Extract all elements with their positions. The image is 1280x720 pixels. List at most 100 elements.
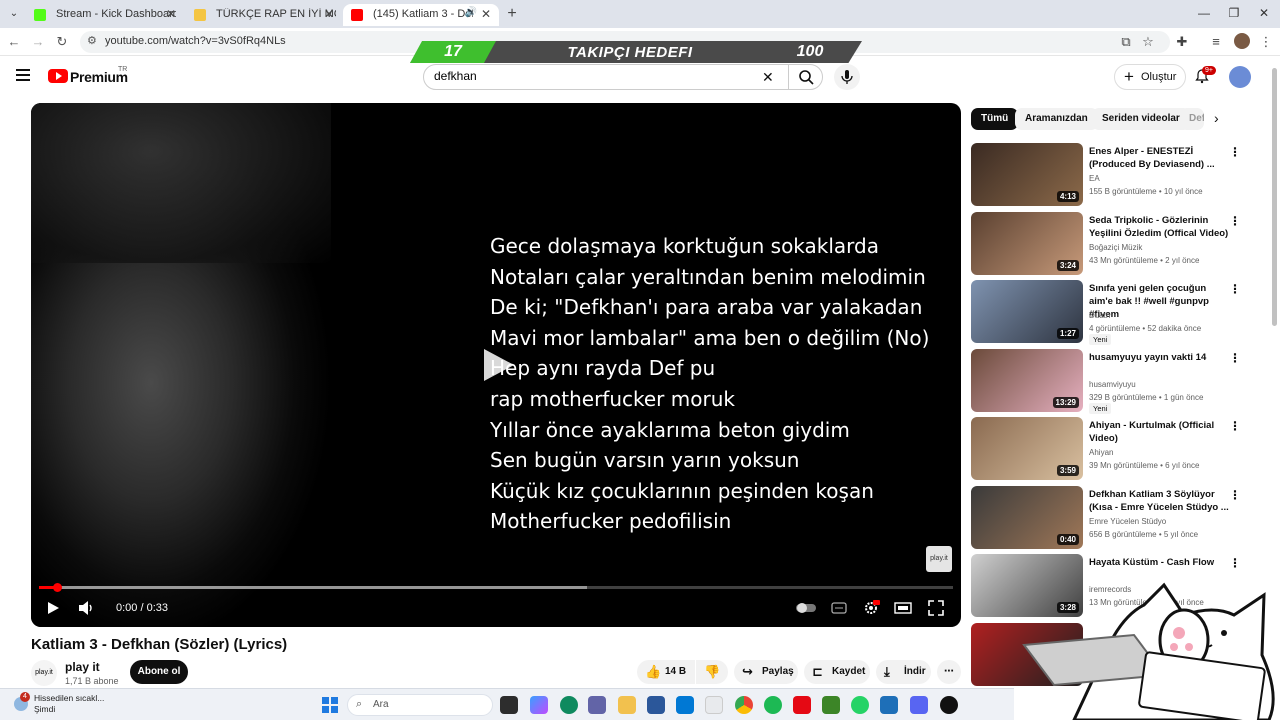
more-vert-icon[interactable]: ⋮ [1229,556,1241,570]
more-vert-icon[interactable]: ⋮ [1229,282,1241,296]
browser-menu-icon[interactable]: ⋮ [1258,34,1274,50]
outlook-icon[interactable] [676,696,694,714]
large-play-icon[interactable] [480,347,518,383]
more-vert-icon[interactable]: ⋮ [1229,351,1241,365]
related-thumbnail[interactable]: 0:40 [971,485,1083,549]
save-button[interactable]: ⊏ Kaydet [804,660,870,684]
related-thumbnail[interactable]: 1:27 [971,280,1083,343]
related-title[interactable]: Ahiyan - Kurtulmak (Official Video) [1089,419,1229,445]
play-icon[interactable] [45,599,61,617]
settings-gear-icon[interactable] [862,599,880,617]
subtitles-icon[interactable] [831,599,847,617]
related-thumbnail[interactable]: 3:59 [971,417,1083,480]
restore-icon[interactable]: ❐ [1226,6,1242,20]
windows-start-icon[interactable] [322,697,338,713]
autoplay-toggle-icon[interactable] [795,599,817,617]
media-controls-icon[interactable]: ≡ [1208,34,1224,49]
discord-icon[interactable] [910,696,928,714]
related-channel[interactable]: Emre Yücelen Stüdyo [1089,517,1166,526]
close-window-icon[interactable]: ✕ [1256,6,1272,20]
related-video-item[interactable]: 0:40 Defkhan Katliam 3 Söylüyor (Kısa - E… [971,485,1251,550]
task-view-icon[interactable] [500,696,518,714]
extensions-icon[interactable]: ✚ [1174,34,1190,50]
youtube-logo-icon[interactable] [48,69,68,83]
related-channel[interactable]: husamviyuyu [1089,380,1136,389]
scrollbar-thumb[interactable] [1272,68,1277,326]
related-thumbnail[interactable]: 13:29 [971,348,1083,412]
chip-all[interactable]: Tümü [971,108,1019,130]
volume-icon[interactable] [77,599,95,617]
related-video-item[interactable]: 13:29 husamyuyu yayın vakti 14 husamviyuyu… [971,348,1251,414]
related-title[interactable]: husamyuyu yayın vakti 14 [1089,351,1229,364]
related-title[interactable]: Enes Alper - ENESTEZİ (Produced By Devia… [1089,145,1229,171]
obs-icon[interactable] [940,696,958,714]
more-actions-button[interactable]: ⋯ [937,660,961,684]
fullscreen-icon[interactable] [927,599,945,617]
close-tab-icon[interactable]: ✕ [166,7,176,21]
search-button[interactable] [788,65,824,89]
back-icon[interactable]: ← [6,34,22,49]
channel-watermark[interactable]: play.it [926,546,952,572]
teams-icon[interactable] [588,696,606,714]
hamburger-menu-icon[interactable] [16,69,30,81]
tab-tier-list[interactable]: TÜRKÇE RAP EN İYİ MC - Tier Li ✕ [186,4,342,26]
related-title[interactable]: Hayata Küstüm - Cash Flow [1089,556,1229,569]
copilot-icon[interactable] [530,696,548,714]
dislike-button[interactable]: 👎 [696,660,728,684]
url-text[interactable]: youtube.com/watch?v=3vS0fRq4NLs [105,35,286,47]
voice-search-button[interactable] [834,64,860,90]
share-button[interactable]: ↪ Paylaş [734,660,798,684]
related-video-item[interactable]: 1:27 Sınıfa yeni gelen çocuğun aim'e bak … [971,280,1251,345]
chip-def[interactable]: Def [1180,108,1204,130]
weather-widget[interactable]: Hissedilen sıcakl... Şimdi [34,693,104,715]
file-explorer-icon[interactable] [618,696,636,714]
related-video-item[interactable]: 3:24 Seda Tripkolic - Gözlerinin Yeşilini… [971,211,1251,276]
search-input[interactable] [434,69,754,83]
progress-bar[interactable] [39,583,953,592]
whatsapp-icon[interactable] [851,696,869,714]
bookmark-star-icon[interactable]: ☆ [1140,34,1156,50]
close-tab-icon[interactable]: ✕ [481,7,491,21]
more-vert-icon[interactable]: ⋮ [1229,145,1241,159]
subscribe-button[interactable]: Abone ol [130,660,188,684]
related-video-item[interactable]: 3:59 Ahiyan - Kurtulmak (Official Video) A… [971,417,1251,481]
more-vert-icon[interactable]: ⋮ [1229,488,1241,502]
clear-search-icon[interactable]: ✕ [762,69,774,86]
related-channel[interactable]: EA [1089,174,1100,183]
spotify-icon[interactable] [764,696,782,714]
tab-kick-dashboard[interactable]: Stream - Kick Dashboard ✕ [26,4,184,26]
more-vert-icon[interactable]: ⋮ [1229,214,1241,228]
chip-series-videos[interactable]: Seriden videolar [1092,108,1190,130]
related-thumbnail[interactable]: 3:24 [971,211,1083,275]
download-button[interactable]: ⤓ İndir [876,660,931,684]
netflix-icon[interactable] [793,696,811,714]
theater-mode-icon[interactable] [894,599,912,617]
more-vert-icon[interactable]: ⋮ [1229,419,1241,433]
forward-icon[interactable]: → [30,34,46,49]
store-icon[interactable] [647,696,665,714]
install-app-icon[interactable]: ⧉ [1118,34,1134,50]
new-tab-icon[interactable]: + [504,5,520,23]
reload-icon[interactable]: ↻ [54,34,70,50]
search-box[interactable]: ✕ [423,64,823,90]
steam-icon[interactable] [880,696,898,714]
related-channel[interactable]: Duath [1089,311,1110,320]
calculator-icon[interactable] [705,696,723,714]
related-title[interactable]: Seda Tripkolic - Gözlerinin Yeşilini Özl… [1089,214,1229,240]
taskbar-search-box[interactable]: ⌕ Ara [347,694,493,716]
edge-icon[interactable] [560,696,578,714]
related-channel[interactable]: Boğaziçi Müzik [1089,243,1142,252]
chip-from-search[interactable]: Aramanızdan [1015,108,1098,130]
related-video-item[interactable]: 4:13 Enes Alper - ENESTEZİ (Produced By D… [971,143,1251,207]
close-tab-icon[interactable]: ✕ [324,7,334,21]
related-thumbnail[interactable]: 4:13 [971,143,1083,206]
site-info-icon[interactable]: ⚙ [87,34,97,47]
chevron-right-icon[interactable]: › [1214,110,1219,126]
video-player[interactable]: Gece dolaşmaya korktuğun sokaklarda Notal… [31,103,961,627]
channel-name[interactable]: play it [65,660,100,674]
chrome-icon[interactable] [735,696,753,714]
tab-search-icon[interactable]: ⌄ [6,6,22,22]
minimize-icon[interactable]: — [1196,6,1212,20]
browser-profile-avatar[interactable] [1234,33,1250,49]
related-channel[interactable]: Ahiyan [1089,448,1113,457]
